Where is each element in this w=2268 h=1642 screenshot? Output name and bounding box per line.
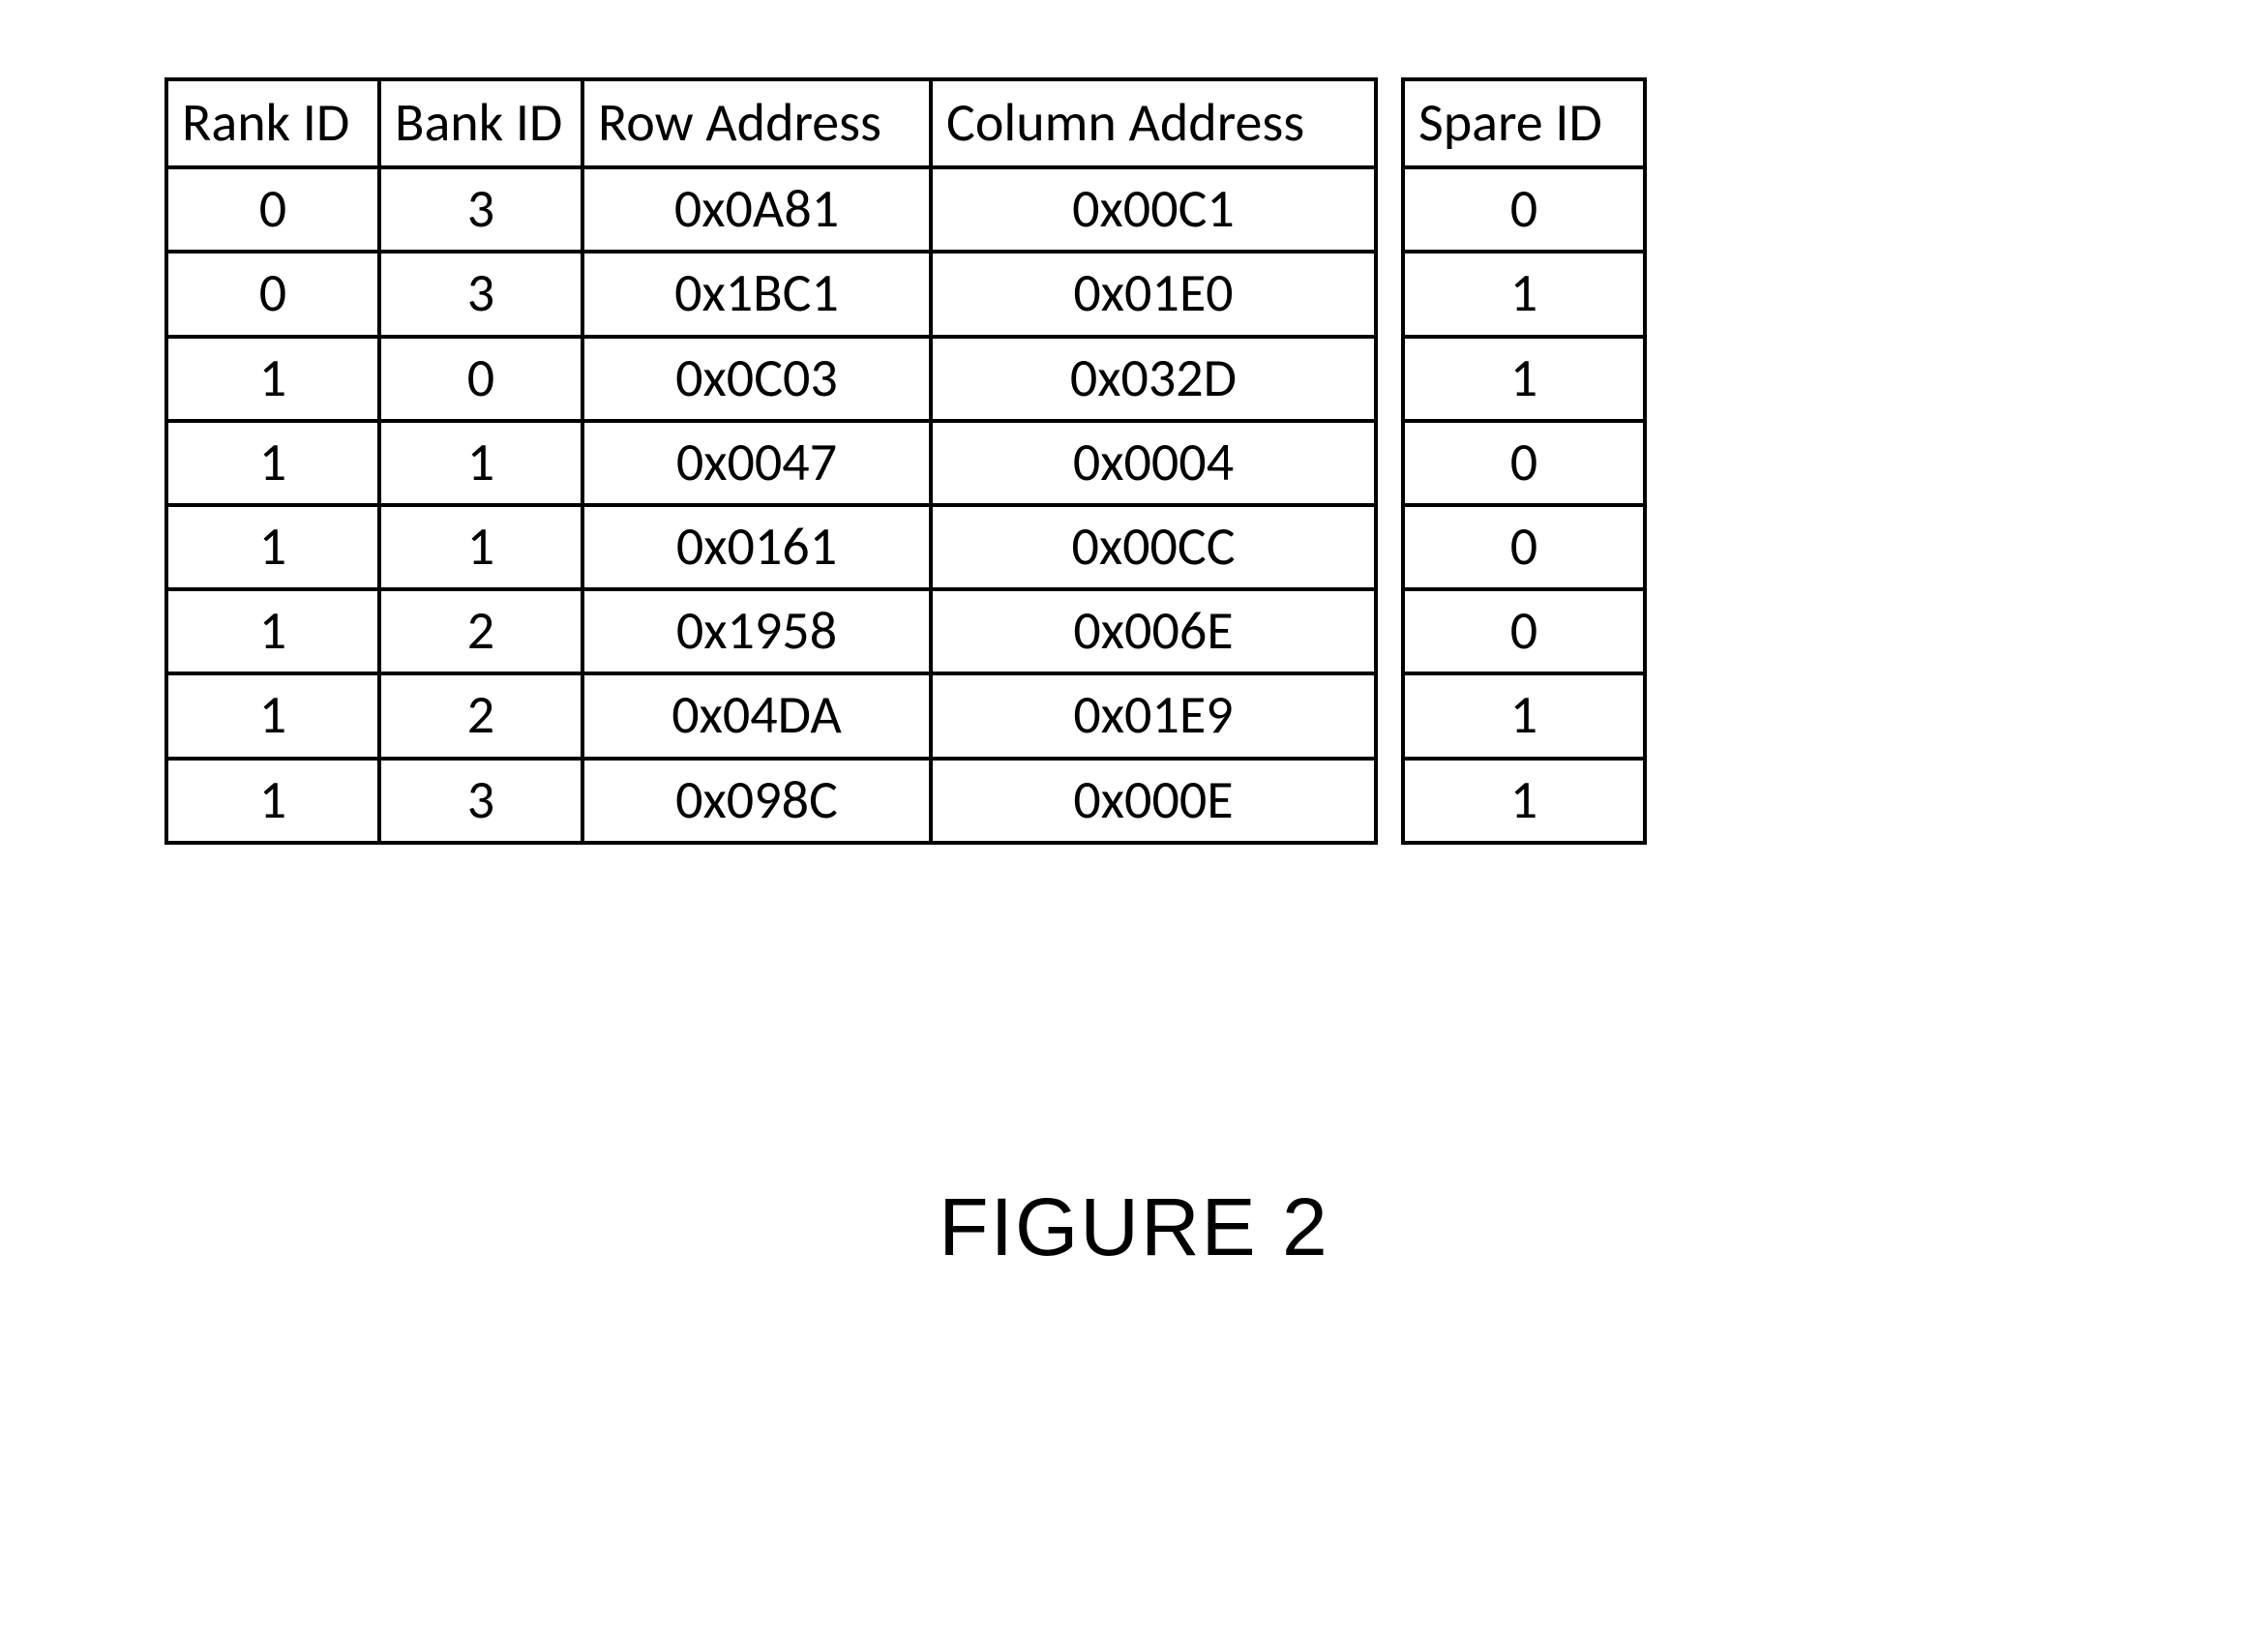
cell-row-address: 0x098C xyxy=(582,759,931,843)
table-row: 0 xyxy=(1403,505,1645,589)
table-row: 1 xyxy=(1403,337,1645,421)
header-row-address: Row Address xyxy=(582,79,931,167)
table-row: 1 0 0x0C03 0x032D xyxy=(166,337,1376,421)
header-bank-id: Bank ID xyxy=(379,79,582,167)
table-row: 1 2 0x1958 0x006E xyxy=(166,589,1376,673)
cell-rank-id: 0 xyxy=(166,167,379,252)
cell-rank-id: 0 xyxy=(166,252,379,336)
cell-column-address: 0x00CC xyxy=(931,505,1376,589)
main-table: Rank ID Bank ID Row Address Column Addre… xyxy=(164,77,1378,845)
cell-bank-id: 1 xyxy=(379,421,582,505)
table-row: 1 1 0x0047 0x0004 xyxy=(166,421,1376,505)
table-row: 0 3 0x1BC1 0x01E0 xyxy=(166,252,1376,336)
cell-rank-id: 1 xyxy=(166,505,379,589)
table-row: 0 3 0x0A81 0x00C1 xyxy=(166,167,1376,252)
table-row: 0 xyxy=(1403,589,1645,673)
cell-rank-id: 1 xyxy=(166,337,379,421)
cell-bank-id: 3 xyxy=(379,252,582,336)
cell-row-address: 0x1958 xyxy=(582,589,931,673)
spare-table: Spare ID 0 1 1 0 0 0 1 1 xyxy=(1401,77,1647,845)
header-column-address: Column Address xyxy=(931,79,1376,167)
cell-column-address: 0x01E9 xyxy=(931,673,1376,758)
cell-column-address: 0x006E xyxy=(931,589,1376,673)
table-row: 1 xyxy=(1403,673,1645,758)
cell-row-address: 0x0C03 xyxy=(582,337,931,421)
table-row: 0 xyxy=(1403,167,1645,252)
cell-bank-id: 2 xyxy=(379,673,582,758)
table-group: Rank ID Bank ID Row Address Column Addre… xyxy=(164,77,1647,845)
cell-row-address: 0x0161 xyxy=(582,505,931,589)
cell-column-address: 0x000E xyxy=(931,759,1376,843)
table-row: 1 1 0x0161 0x00CC xyxy=(166,505,1376,589)
cell-spare-id: 1 xyxy=(1403,252,1645,336)
table-row: 1 xyxy=(1403,759,1645,843)
cell-spare-id: 0 xyxy=(1403,167,1645,252)
cell-spare-id: 0 xyxy=(1403,589,1645,673)
header-row: Spare ID xyxy=(1403,79,1645,167)
cell-row-address: 0x0A81 xyxy=(582,167,931,252)
table-row: 1 3 0x098C 0x000E xyxy=(166,759,1376,843)
figure-container: Rank ID Bank ID Row Address Column Addre… xyxy=(164,77,1647,845)
header-row: Rank ID Bank ID Row Address Column Addre… xyxy=(166,79,1376,167)
cell-spare-id: 1 xyxy=(1403,337,1645,421)
cell-column-address: 0x01E0 xyxy=(931,252,1376,336)
cell-row-address: 0x04DA xyxy=(582,673,931,758)
cell-row-address: 0x0047 xyxy=(582,421,931,505)
table-row: 1 2 0x04DA 0x01E9 xyxy=(166,673,1376,758)
cell-column-address: 0x032D xyxy=(931,337,1376,421)
cell-spare-id: 0 xyxy=(1403,505,1645,589)
header-spare-id: Spare ID xyxy=(1403,79,1645,167)
cell-rank-id: 1 xyxy=(166,673,379,758)
cell-spare-id: 0 xyxy=(1403,421,1645,505)
cell-row-address: 0x1BC1 xyxy=(582,252,931,336)
header-rank-id: Rank ID xyxy=(166,79,379,167)
figure-caption: FIGURE 2 xyxy=(0,1180,2268,1274)
cell-rank-id: 1 xyxy=(166,759,379,843)
cell-rank-id: 1 xyxy=(166,589,379,673)
cell-spare-id: 1 xyxy=(1403,673,1645,758)
cell-bank-id: 3 xyxy=(379,167,582,252)
cell-bank-id: 2 xyxy=(379,589,582,673)
cell-spare-id: 1 xyxy=(1403,759,1645,843)
cell-bank-id: 0 xyxy=(379,337,582,421)
table-row: 1 xyxy=(1403,252,1645,336)
table-row: 0 xyxy=(1403,421,1645,505)
cell-bank-id: 1 xyxy=(379,505,582,589)
cell-rank-id: 1 xyxy=(166,421,379,505)
main-table-body: 0 3 0x0A81 0x00C1 0 3 0x1BC1 0x01E0 1 0 … xyxy=(166,167,1376,843)
cell-column-address: 0x00C1 xyxy=(931,167,1376,252)
cell-column-address: 0x0004 xyxy=(931,421,1376,505)
cell-bank-id: 3 xyxy=(379,759,582,843)
spare-table-body: 0 1 1 0 0 0 1 1 xyxy=(1403,167,1645,843)
